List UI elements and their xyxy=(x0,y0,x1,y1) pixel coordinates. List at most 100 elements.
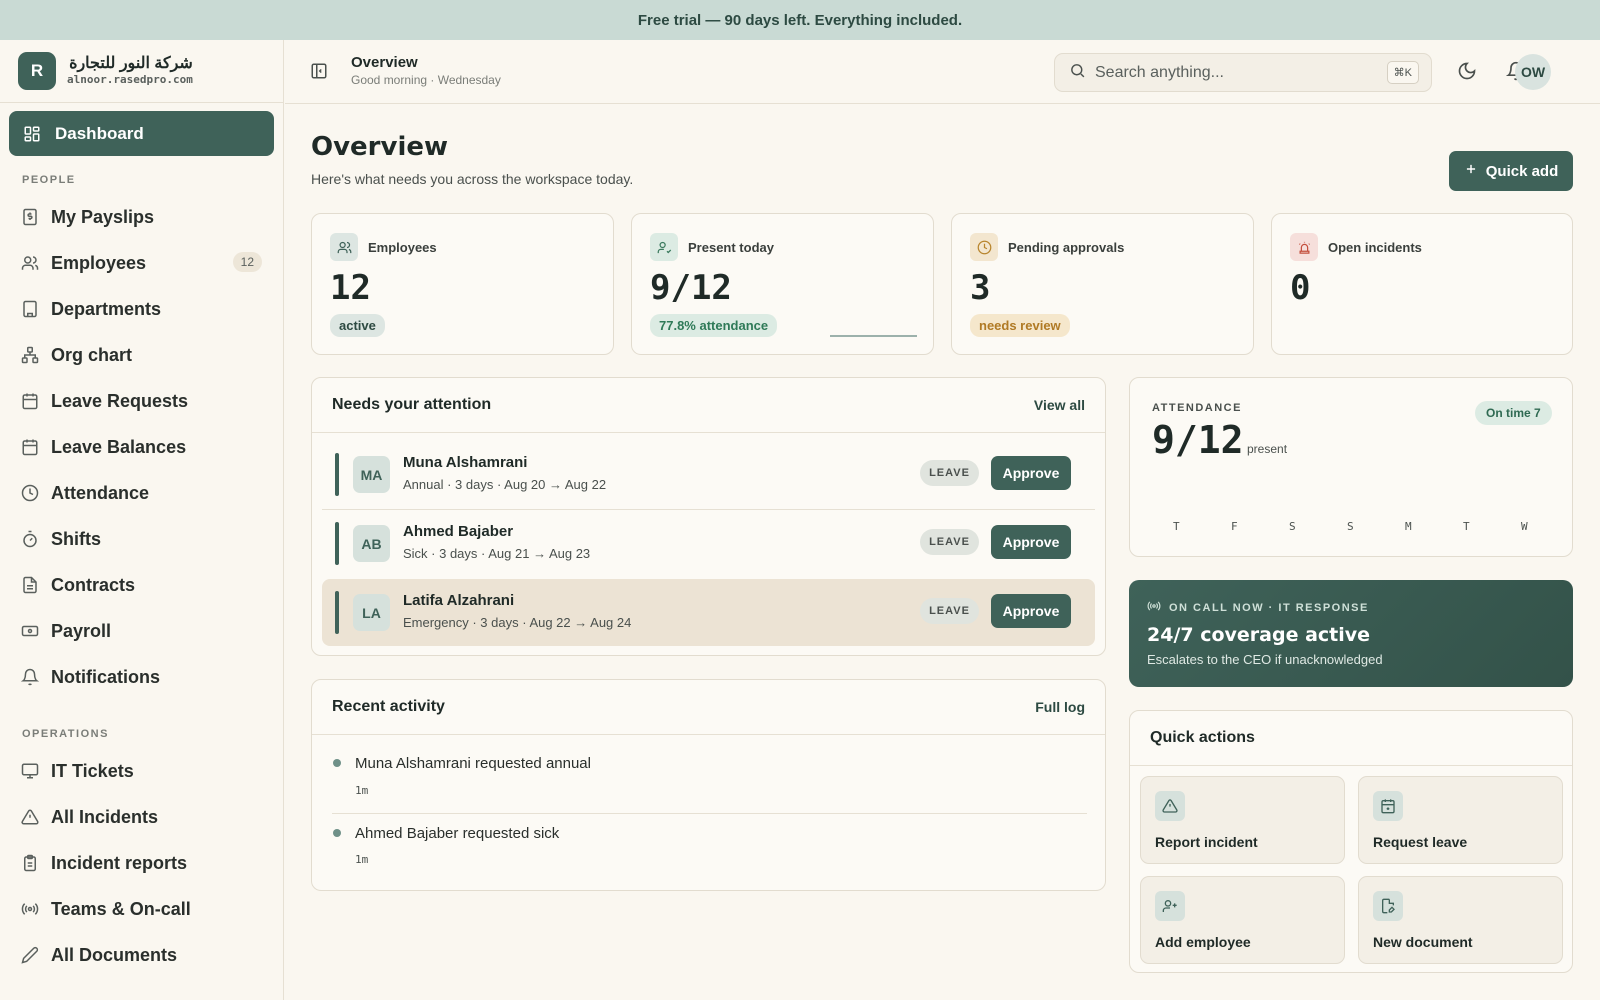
approve-button[interactable]: Approve xyxy=(991,594,1071,628)
leave-tag: LEAVE xyxy=(920,598,979,624)
leave-tag: LEAVE xyxy=(920,460,979,486)
leave-detail: Sick · 3 days · Aug 21 → Aug 23 xyxy=(403,546,591,561)
day-label: W xyxy=(1521,520,1528,533)
sidebar-item-org-chart[interactable]: Org chart xyxy=(9,335,274,375)
view-all-link[interactable]: View all xyxy=(1034,397,1085,413)
quick-add-button[interactable]: Quick add xyxy=(1449,151,1573,191)
page-title: Overview xyxy=(311,132,449,162)
activity-dot xyxy=(333,829,341,837)
trial-banner-text: Free trial — 90 days left. Everything in… xyxy=(637,11,963,29)
user-plus-icon xyxy=(1155,891,1185,921)
sidebar-item-leave-requests[interactable]: Leave Requests xyxy=(9,381,274,421)
stat-card-pending-approvals[interactable]: Pending approvals 3 needs review xyxy=(951,213,1254,355)
request-leave-button[interactable]: Request leave xyxy=(1358,776,1563,864)
attention-title: Needs your attention xyxy=(332,396,492,413)
clock-icon xyxy=(21,484,39,502)
attention-row[interactable]: AB Ahmed Bajaber Sick · 3 days · Aug 21 … xyxy=(322,510,1095,577)
search-shortcut: ⌘K xyxy=(1386,61,1419,84)
avatar: MA xyxy=(353,456,390,493)
quick-actions-panel: Quick actions Report incident Request le… xyxy=(1129,710,1573,973)
sidebar-item-all-documents[interactable]: All Documents xyxy=(9,935,274,975)
attention-row[interactable]: MA Muna Alshamrani Annual · 3 days · Aug… xyxy=(322,441,1095,508)
sidebar-item-my-payslips[interactable]: My Payslips xyxy=(9,197,274,237)
day-label: S xyxy=(1289,520,1296,533)
trial-banner: Free trial — 90 days left. Everything in… xyxy=(0,0,1600,40)
new-document-button[interactable]: New document xyxy=(1358,876,1563,964)
attendance-label: ATTENDANCE xyxy=(1152,402,1242,414)
day-label: T xyxy=(1463,520,1470,533)
search-placeholder: Search anything... xyxy=(1095,63,1224,81)
moon-icon[interactable] xyxy=(1457,61,1477,86)
sidebar-item-label: Leave Requests xyxy=(51,390,189,411)
sidebar-item-it-tickets[interactable]: IT Tickets xyxy=(9,751,274,791)
sidebar-item-contracts[interactable]: Contracts xyxy=(9,565,274,605)
building-icon xyxy=(21,300,39,318)
sidebar-item-employees[interactable]: Employees 12 xyxy=(9,243,274,283)
bell-icon xyxy=(21,668,39,686)
report-incident-button[interactable]: Report incident xyxy=(1140,776,1345,864)
row-accent-bar xyxy=(335,453,339,496)
divider xyxy=(332,813,1087,814)
add-employee-button[interactable]: Add employee xyxy=(1140,876,1345,964)
workspace-brand[interactable]: R شركة النور للتجارة alnoor.rasedpro.com xyxy=(0,40,283,103)
sidebar-item-label: Teams & On-call xyxy=(51,898,191,919)
warning-icon xyxy=(1155,791,1185,821)
divider xyxy=(312,432,1105,433)
sidebar-item-label: Notifications xyxy=(51,666,161,687)
sidebar-item-attendance[interactable]: Attendance xyxy=(9,473,274,513)
attendance-card[interactable]: ATTENDANCE 9/12 present On time 7 T F S … xyxy=(1129,377,1573,557)
sidebar-item-departments[interactable]: Departments xyxy=(9,289,274,329)
full-log-link[interactable]: Full log xyxy=(1035,699,1085,715)
sidebar-item-label: IT Tickets xyxy=(51,760,134,781)
sidebar-item-shifts[interactable]: Shifts xyxy=(9,519,274,559)
plus-icon xyxy=(1464,162,1478,180)
warning-icon xyxy=(21,808,39,826)
radio-icon xyxy=(21,900,39,918)
approve-button[interactable]: Approve xyxy=(991,525,1071,559)
calendar-icon xyxy=(21,392,39,410)
day-label: T xyxy=(1173,520,1180,533)
activity-text: Ahmed Bajaber requested sick xyxy=(355,825,560,842)
sidebar-item-label: Leave Balances xyxy=(51,436,187,457)
quick-actions-title: Quick actions xyxy=(1150,729,1255,746)
sidebar-item-all-incidents[interactable]: All Incidents xyxy=(9,797,274,837)
users-icon xyxy=(21,254,39,272)
sidebar-item-leave-balances[interactable]: Leave Balances xyxy=(9,427,274,467)
employee-name: Latifa Alzahrani xyxy=(403,592,515,609)
approve-button[interactable]: Approve xyxy=(991,456,1071,490)
sidebar-item-incident-reports[interactable]: Incident reports xyxy=(9,843,274,883)
sidebar-item-label: Contracts xyxy=(51,574,136,595)
workspace-domain: alnoor.rasedpro.com xyxy=(67,72,193,86)
sidebar-item-label: Shifts xyxy=(51,528,102,549)
activity-title: Recent activity xyxy=(332,698,445,715)
stat-card-employees[interactable]: Employees 12 active xyxy=(311,213,614,355)
user-avatar[interactable]: OW xyxy=(1515,54,1551,90)
sidebar-item-payroll[interactable]: Payroll xyxy=(9,611,274,651)
topbar: Overview Good morning · Wednesday Search… xyxy=(285,40,1600,104)
stat-label: Open incidents xyxy=(1328,239,1422,255)
day-label: M xyxy=(1405,520,1412,533)
attention-row[interactable]: LA Latifa Alzahrani Emergency · 3 days ·… xyxy=(322,579,1095,646)
sidebar-item-teams-on-call[interactable]: Teams & On-call xyxy=(9,889,274,929)
sidebar-item-label: Dashboard xyxy=(55,123,144,143)
stat-label: Employees xyxy=(368,239,437,255)
quick-action-label: New document xyxy=(1373,934,1473,950)
on-call-card[interactable]: ON CALL NOW · IT RESPONSE 24/7 coverage … xyxy=(1129,580,1573,687)
on-call-title: 24/7 coverage active xyxy=(1147,624,1371,646)
topbar-greeting: Good morning · Wednesday xyxy=(351,73,501,87)
divider xyxy=(312,734,1105,735)
sidebar-item-dashboard[interactable]: Dashboard xyxy=(9,111,274,156)
quick-action-label: Request leave xyxy=(1373,834,1468,850)
sidebar-item-label: Org chart xyxy=(51,344,133,365)
search-input[interactable]: Search anything... ⌘K xyxy=(1054,53,1432,92)
dollar-doc-icon xyxy=(21,208,39,226)
employees-count-badge: 12 xyxy=(232,252,262,272)
sidebar-item-notifications[interactable]: Notifications xyxy=(9,657,274,697)
on-call-label: ON CALL NOW · IT RESPONSE xyxy=(1169,601,1369,614)
stat-card-present-today[interactable]: Present today 9/12 77.8% attendance xyxy=(631,213,934,355)
sidebar-toggle-icon[interactable] xyxy=(310,62,328,85)
users-icon xyxy=(330,233,358,261)
grid-icon xyxy=(23,125,41,143)
sidebar-item-label: Attendance xyxy=(51,482,150,503)
stat-card-open-incidents[interactable]: Open incidents 0 xyxy=(1271,213,1573,355)
